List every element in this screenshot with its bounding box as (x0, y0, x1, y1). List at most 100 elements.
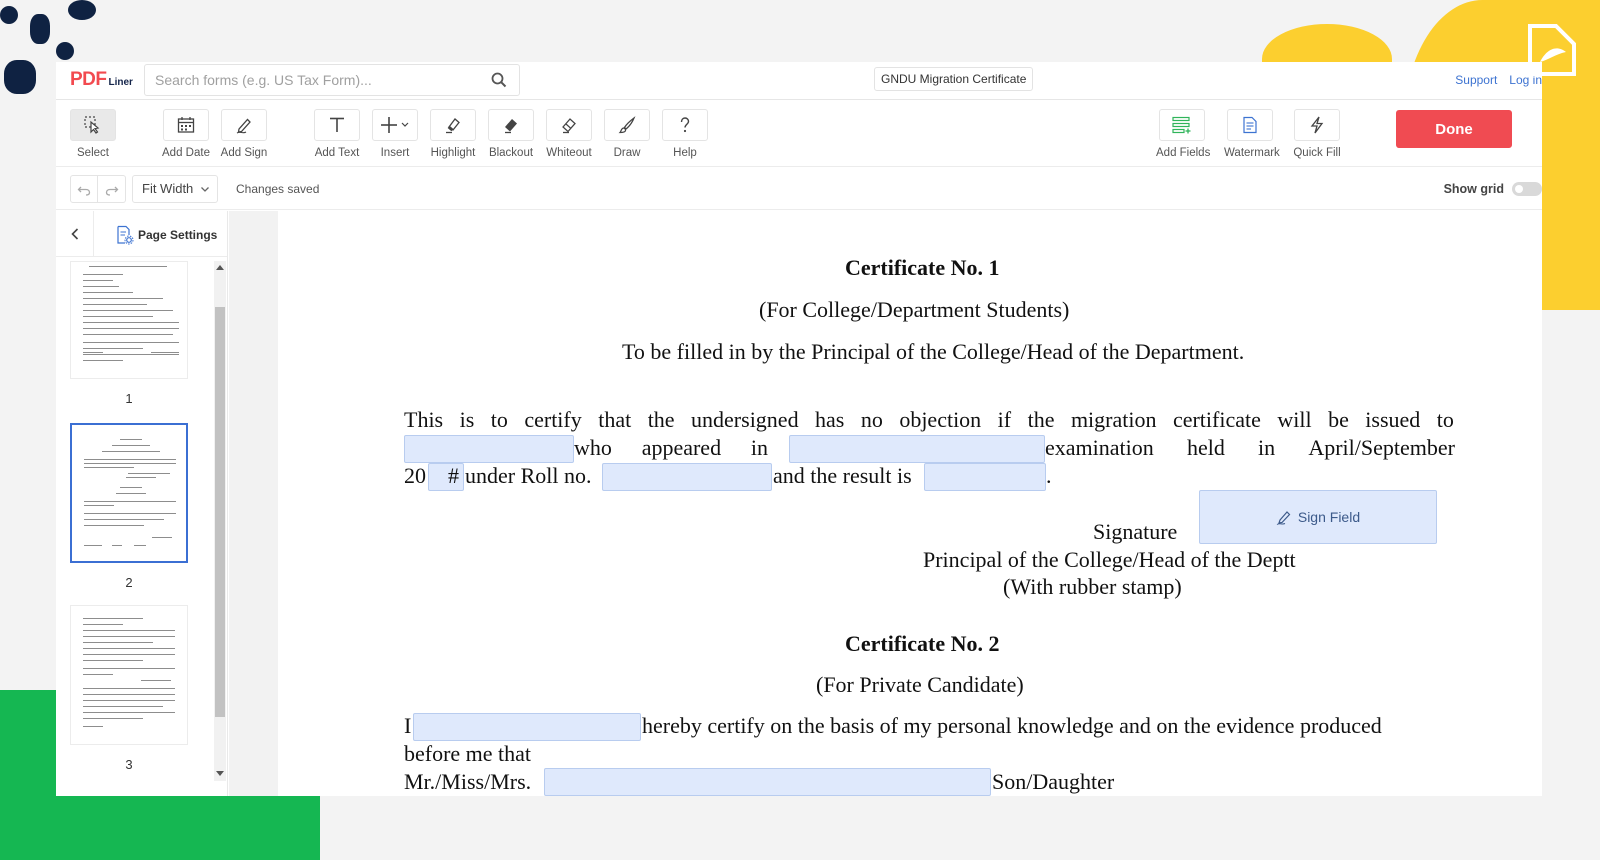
page-settings-button[interactable]: Page Settings (116, 225, 217, 245)
tool-label: Highlight (430, 147, 476, 159)
document-canvas: Certificate No. 1 (For College/Departmen… (229, 211, 1542, 796)
select-tool[interactable]: Select (67, 109, 119, 159)
year-prefix: 20 (404, 463, 426, 488)
tool-label: Add Fields (1156, 147, 1211, 159)
highlighter-icon (446, 118, 460, 134)
decor-dot (30, 14, 50, 44)
support-link[interactable]: Support (1455, 73, 1497, 87)
toolbar: Select Add Date Add Sign Add Text Insert… (56, 101, 1542, 167)
quick-fill-tool[interactable]: Quick Fill (1291, 109, 1343, 159)
scroll-down-arrow[interactable] (216, 771, 224, 776)
certificate-2-line-3-end: Son/Daughter (992, 769, 1115, 794)
watermark-icon (1243, 116, 1257, 134)
add-text-tool[interactable]: Add Text (311, 109, 363, 159)
certificate-2-title: Certificate No. 2 (845, 631, 1000, 656)
decor-dot (56, 42, 74, 60)
select-cursor-icon (84, 116, 100, 134)
search-box (144, 64, 520, 96)
sign-field[interactable]: Sign Field (1199, 490, 1437, 544)
tool-label: Select (77, 147, 109, 159)
tool-label: Whiteout (546, 147, 592, 159)
whiteout-tool[interactable]: Whiteout (543, 109, 595, 159)
certificate-2-line-1: hereby certify on the basis of my person… (642, 713, 1382, 738)
page-settings-label: Page Settings (138, 228, 218, 242)
save-status: Changes saved (236, 182, 320, 196)
scroll-up-arrow[interactable] (216, 265, 224, 270)
zoom-value: Fit Width (142, 181, 194, 196)
certificate-2-subtitle: (For Private Candidate) (816, 672, 1024, 697)
tool-label: Help (673, 147, 697, 159)
year-field-hash: # (448, 463, 459, 488)
roll-number-field[interactable] (602, 463, 772, 491)
zoom-select[interactable]: Fit Width (132, 175, 218, 203)
page-number-label: 2 (125, 575, 133, 590)
editor-window: PDF Liner GNDU Migration Certificate Sup… (56, 62, 1542, 796)
page-thumbnails-panel: Page Settings 1 2 3 (56, 211, 228, 796)
page-thumbnail-2[interactable] (70, 423, 188, 563)
pen-icon (236, 118, 251, 134)
search-icon[interactable] (491, 72, 507, 88)
collapse-sidebar-button[interactable] (56, 211, 94, 257)
search-input[interactable] (145, 65, 465, 95)
fields-icon (1172, 116, 1191, 134)
secondary-toolbar: Fit Width Changes saved Show grid (56, 168, 1542, 210)
pdfliner-logo[interactable]: PDF Liner (70, 69, 133, 91)
logo-suffix: Liner (108, 77, 133, 88)
show-grid-label: Show grid (1443, 182, 1504, 196)
paragraph-line-2a: who appeared in (574, 435, 768, 460)
redo-icon (105, 186, 118, 196)
tool-label: Insert (380, 147, 410, 159)
rubber-stamp-line: (With rubber stamp) (1003, 574, 1182, 599)
calendar-icon (177, 117, 195, 133)
add-sign-tool[interactable]: Add Sign (218, 109, 270, 159)
certificate-1-subtitle: (For College/Department Students) (759, 297, 1070, 322)
whiteout-icon (562, 118, 576, 134)
lightning-icon (1310, 116, 1324, 134)
draw-tool[interactable]: Draw (601, 109, 653, 159)
tool-label: Draw (613, 147, 641, 159)
help-tool[interactable]: Help (659, 109, 711, 159)
decor-dot (4, 60, 36, 94)
principal-line: Principal of the College/Head of the Dep… (923, 547, 1296, 572)
scrollbar-thumb[interactable] (215, 307, 225, 717)
roll-number-label: under Roll no. (465, 463, 592, 488)
page-number-label: 1 (125, 391, 133, 406)
signature-pen-icon (1276, 511, 1291, 525)
watermark-tool[interactable]: Watermark (1224, 109, 1280, 159)
show-grid-toggle[interactable] (1512, 182, 1542, 196)
sign-field-label: Sign Field (1297, 509, 1361, 525)
done-button[interactable]: Done (1396, 110, 1512, 148)
page-thumbnail-3[interactable] (70, 605, 188, 745)
thumbnail-scrollbar[interactable] (214, 261, 226, 781)
tool-label: Add Text (314, 147, 360, 159)
sentence-period: . (1046, 463, 1052, 488)
insert-tool[interactable]: Insert (369, 109, 421, 159)
eraser-icon (505, 119, 517, 134)
redo-button[interactable] (98, 175, 126, 203)
certificate-1-title: Certificate No. 1 (845, 255, 1000, 280)
declarant-name-field[interactable] (413, 713, 641, 741)
add-fields-tool[interactable]: Add Fields (1156, 109, 1211, 159)
chevron-left-icon (70, 228, 78, 240)
result-field[interactable] (924, 463, 1046, 491)
certificate-2-line-3: Mr./Miss/Mrs. (404, 769, 532, 794)
undo-button[interactable] (70, 175, 98, 203)
brush-icon (618, 116, 636, 134)
undo-icon (77, 186, 91, 196)
add-date-tool[interactable]: Add Date (160, 109, 212, 159)
decor-pdf-mark-icon (1528, 24, 1576, 76)
blackout-tool[interactable]: Blackout (485, 109, 537, 159)
top-bar: PDF Liner GNDU Migration Certificate Sup… (56, 62, 1542, 100)
tool-label: Add Date (162, 147, 210, 159)
logo-brand: PDF (70, 69, 107, 90)
page-thumbnail-1[interactable] (70, 261, 188, 379)
chevron-down-icon (201, 187, 209, 192)
document-title[interactable]: GNDU Migration Certificate (874, 67, 1034, 91)
candidate-name-field[interactable] (544, 768, 991, 796)
highlight-tool[interactable]: Highlight (427, 109, 479, 159)
decor-dot (68, 0, 96, 20)
certificate-2-line-2: before me that (404, 741, 532, 766)
certificate-1-instruction: To be filled in by the Principal of the … (622, 339, 1245, 364)
student-name-field[interactable] (404, 435, 574, 463)
examination-name-field[interactable] (789, 435, 1045, 463)
